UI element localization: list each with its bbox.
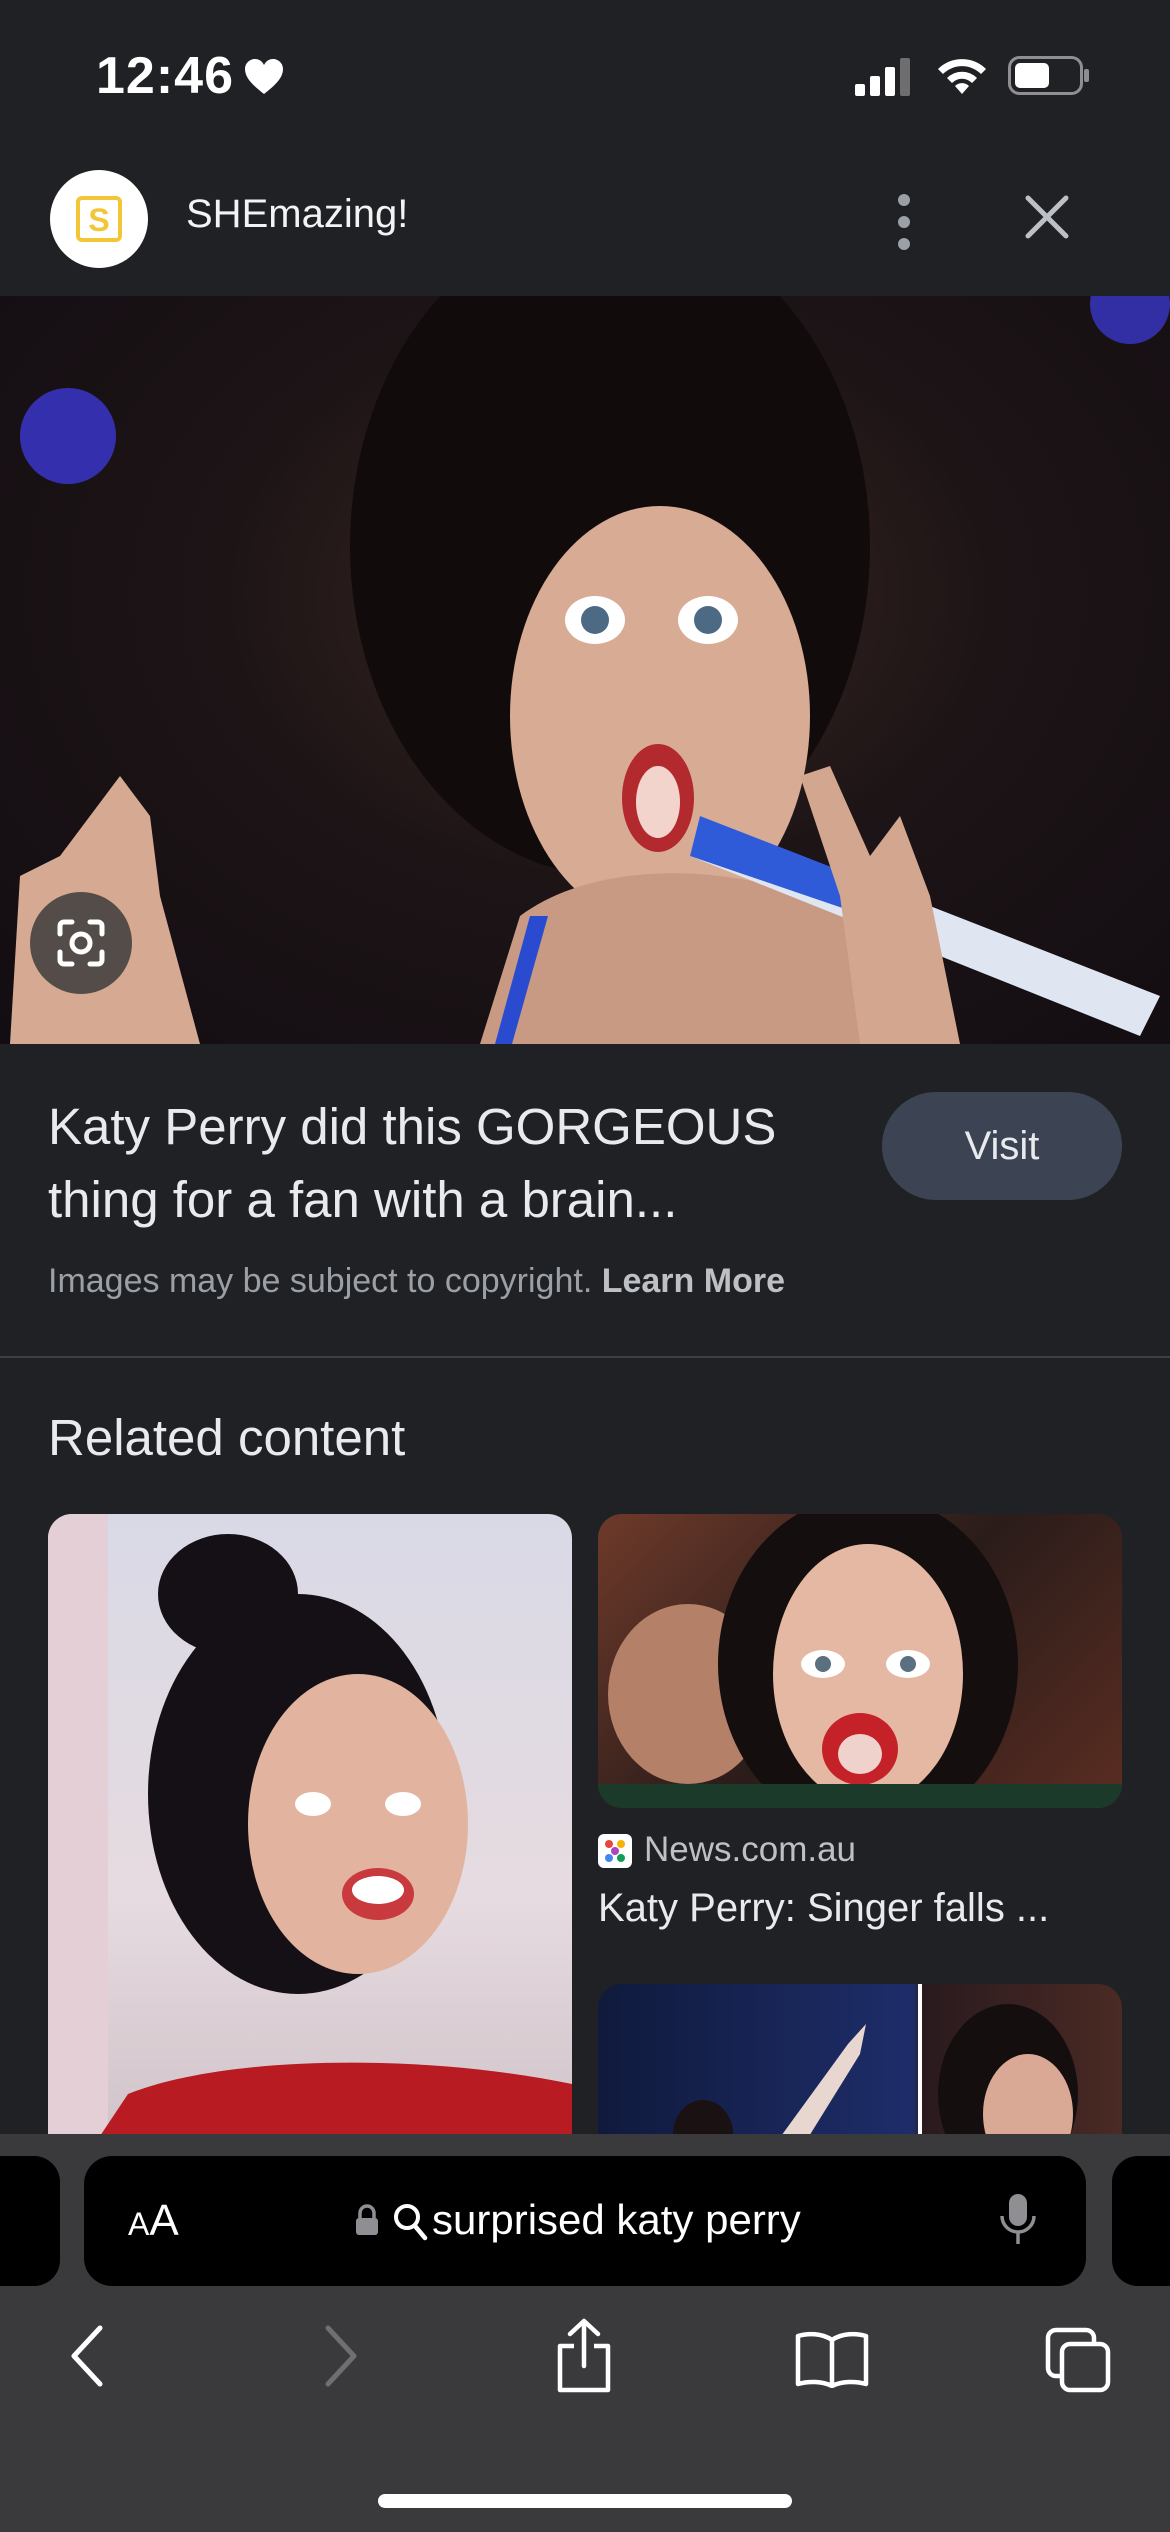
related-image-card[interactable] (48, 1514, 572, 2154)
search-icon (394, 2204, 428, 2241)
section-divider (0, 1356, 1170, 1358)
tabs-icon[interactable] (1044, 2326, 1114, 2396)
hero-image[interactable] (0, 296, 1170, 1044)
site-logo[interactable]: S (50, 170, 148, 268)
related-image-card[interactable] (598, 1984, 1122, 2154)
close-icon[interactable] (1022, 192, 1072, 242)
related-content-heading: Related content (48, 1409, 406, 1466)
wifi-icon (938, 59, 986, 94)
google-lens-button[interactable] (30, 892, 132, 994)
share-icon[interactable] (552, 2318, 616, 2394)
bookmarks-icon[interactable] (794, 2330, 870, 2388)
cellular-signal-icon (855, 58, 910, 96)
copyright-notice: Images may be subject to copyright. Lear… (48, 1262, 785, 1301)
related-source-name: News.com.au (644, 1830, 857, 1869)
lock-icon (356, 2204, 378, 2235)
related-image-illustration (48, 1514, 572, 2154)
site-logo-letter: S (76, 196, 122, 242)
status-bar: 12:46 (0, 0, 1170, 150)
text-size-button[interactable]: AA (128, 2196, 179, 2246)
site-name[interactable]: SHEmazing! (186, 192, 408, 237)
search-query[interactable]: surprised katy perry (432, 2196, 801, 2244)
next-tab-preview[interactable] (1112, 2156, 1170, 2286)
battery-icon (1008, 56, 1089, 95)
microphone-icon[interactable] (998, 2192, 1038, 2248)
home-indicator[interactable] (378, 2494, 792, 2508)
previous-tab-preview[interactable] (0, 2156, 60, 2286)
copyright-text: Images may be subject to copyright. (48, 1262, 593, 1300)
hero-image-illustration (10, 296, 1170, 1044)
back-icon[interactable] (66, 2322, 110, 2390)
heart-icon (245, 59, 283, 94)
more-options-icon[interactable] (884, 192, 924, 252)
visit-button[interactable]: Visit (882, 1092, 1122, 1200)
learn-more-link[interactable]: Learn More (602, 1262, 785, 1300)
text-size-large-a: A (149, 2196, 179, 2245)
related-image-illustration (673, 1984, 1078, 2154)
related-image-card[interactable] (598, 1514, 1122, 1808)
related-image-illustration (598, 1514, 1122, 1808)
text-size-small-a: A (128, 2206, 150, 2242)
result-title[interactable]: Katy Perry did this GORGEOUS thing for a… (48, 1090, 858, 1236)
news-source-icon (598, 1834, 632, 1868)
status-time: 12:46 (96, 47, 234, 105)
lens-icon (57, 919, 105, 967)
forward-icon[interactable] (318, 2322, 362, 2390)
site-header: S SHEmazing! (0, 150, 1170, 296)
related-card-title[interactable]: Katy Perry: Singer falls ... (598, 1886, 1122, 1931)
